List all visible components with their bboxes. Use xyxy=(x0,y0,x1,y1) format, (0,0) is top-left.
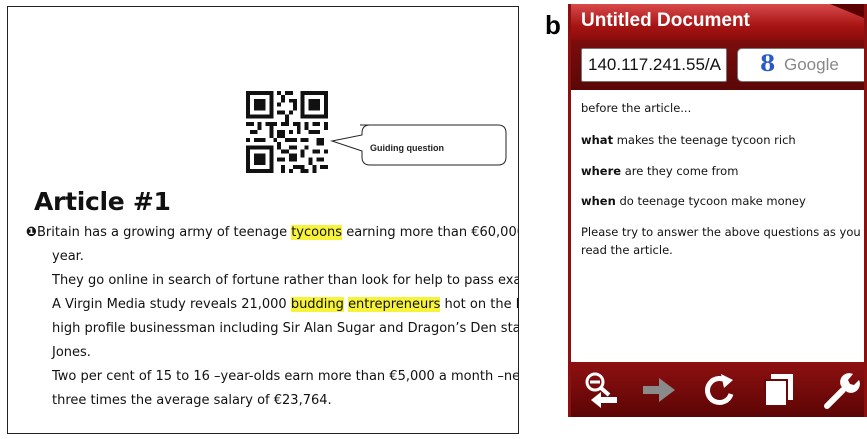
address-input[interactable]: 140.117.241.55/A xyxy=(581,48,727,82)
windows-icon[interactable] xyxy=(758,368,802,412)
highlight-entrepreneurs: entrepreneurs xyxy=(348,297,441,312)
title-bar: Untitled Document xyxy=(571,4,864,40)
article-line-7: Two per cent of 15 to 16 –year-olds earn… xyxy=(52,369,519,384)
article-line-1: ❶Britain has a growing army of teenage t… xyxy=(26,225,519,240)
window-title: Untitled Document xyxy=(581,10,750,31)
qr-code-icon[interactable] xyxy=(246,91,328,173)
question-where: where are they come from xyxy=(581,164,739,178)
bullet-icon: ❶ xyxy=(26,225,38,240)
corner-decoration xyxy=(830,4,864,18)
forward-arrow-icon[interactable] xyxy=(637,368,681,412)
zoom-back-icon[interactable] xyxy=(579,368,623,412)
article-line-3: They go online in search of fortune rath… xyxy=(52,273,519,288)
article-line-6: Jones. xyxy=(52,345,91,360)
mobile-browser: Untitled Document 140.117.241.55/A 8 Goo… xyxy=(568,4,867,417)
google-logo-icon: 8 xyxy=(760,51,776,77)
wrench-icon[interactable] xyxy=(817,368,861,412)
callout-text: Guiding question xyxy=(370,143,444,153)
google-search-box[interactable]: 8 Google xyxy=(737,48,864,82)
instruction-line-2: read the article. xyxy=(581,243,673,257)
search-placeholder: Google xyxy=(784,55,839,74)
article-slide: Guiding question Article #1 ❶Britain has… xyxy=(7,6,519,434)
article-line-2: year. xyxy=(52,249,84,264)
highlight-tycoons: tycoons xyxy=(291,225,343,240)
panel-label-b: b xyxy=(545,10,561,40)
question-what: what makes the teenage tycoon rich xyxy=(581,133,796,147)
article-line-4: A Virgin Media study reveals 21,000 budd… xyxy=(52,297,518,312)
intro-text: before the article... xyxy=(581,101,692,115)
article-line-5: high profile businessman including Sir A… xyxy=(52,321,519,336)
question-when: when do teenage tycoon make money xyxy=(581,194,806,208)
article-title: Article #1 xyxy=(34,187,171,216)
highlight-budding: budding xyxy=(290,297,344,312)
article-line-8: three times the average salary of €23,76… xyxy=(52,393,332,408)
refresh-icon[interactable] xyxy=(698,368,742,412)
instruction-line-1: Please try to answer the above questions… xyxy=(581,225,861,239)
